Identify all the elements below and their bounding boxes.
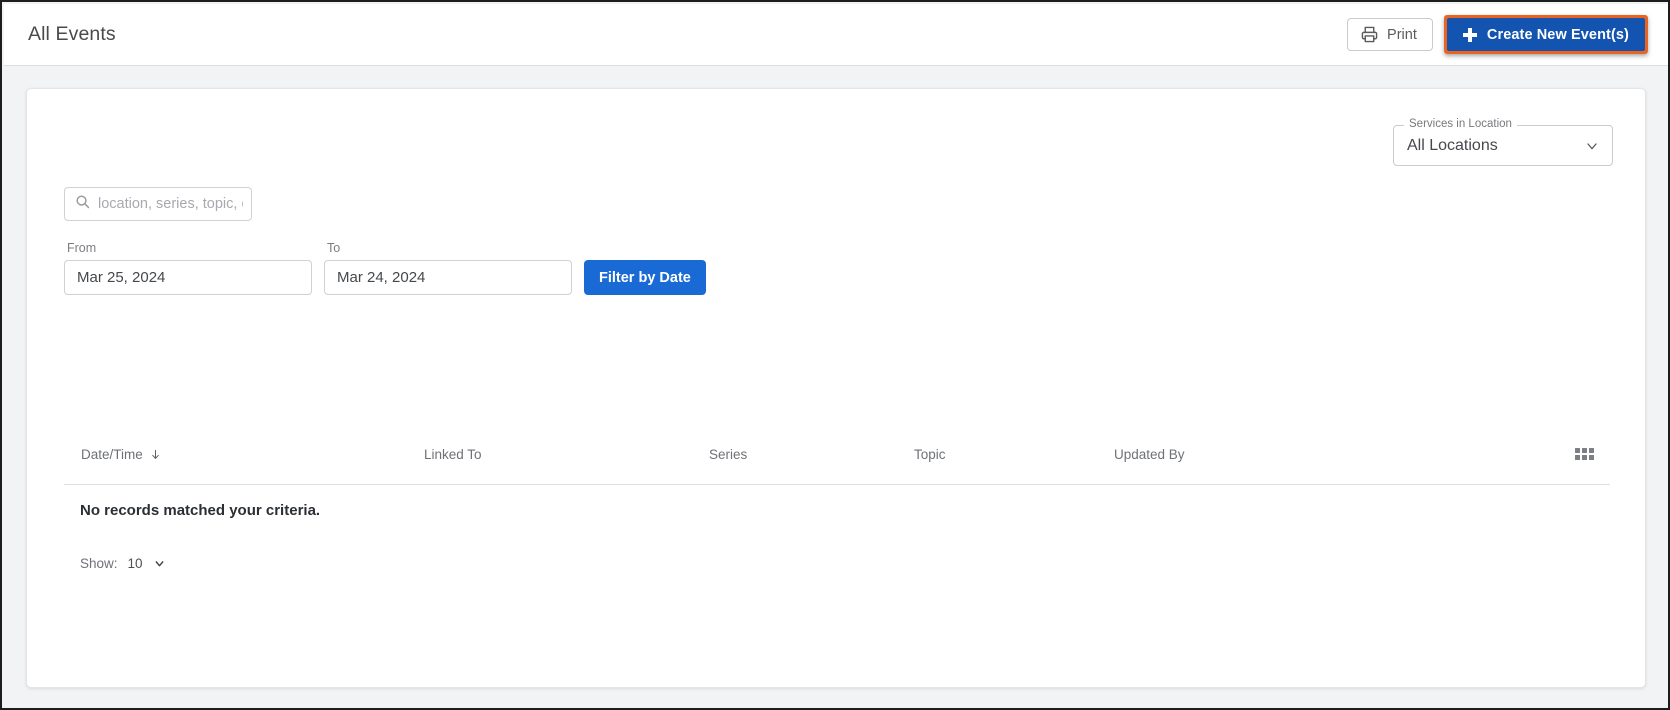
column-header-updated-by[interactable]: Updated By [1114, 447, 1610, 462]
column-header-updated-by-label: Updated By [1114, 447, 1185, 462]
services-in-location-field: Services in Location All Locations [1393, 125, 1613, 166]
filter-by-date-button[interactable]: Filter by Date [584, 260, 706, 295]
print-button[interactable]: Print [1347, 18, 1433, 51]
printer-icon [1361, 26, 1378, 43]
column-header-series-label: Series [709, 447, 747, 462]
app-screen: All Events Print Create New Event(s) [0, 0, 1670, 710]
from-date-input[interactable] [64, 260, 312, 295]
grid-columns-icon[interactable] [1575, 448, 1594, 460]
sort-descending-arrow-icon [150, 448, 161, 461]
to-date-input[interactable] [324, 260, 572, 295]
to-date-label: To [327, 241, 572, 255]
search-input[interactable] [98, 196, 243, 212]
from-date-field: From [64, 241, 312, 295]
create-new-event-label: Create New Event(s) [1487, 27, 1629, 43]
create-new-event-button[interactable]: Create New Event(s) [1447, 18, 1645, 51]
column-header-topic-label: Topic [914, 447, 946, 462]
page-title: All Events [28, 23, 116, 46]
events-table-header: Date/Time Linked To Series Topic Updated… [64, 447, 1610, 485]
create-new-event-highlight: Create New Event(s) [1444, 15, 1648, 54]
top-bar: All Events Print Create New Event(s) [4, 4, 1670, 66]
search-icon [75, 194, 90, 214]
services-in-location-label: Services in Location [1404, 117, 1517, 131]
to-date-field: To [324, 241, 572, 295]
from-date-label: From [67, 241, 312, 255]
page-size-value: 10 [128, 556, 143, 571]
column-header-topic[interactable]: Topic [914, 447, 1114, 462]
services-in-location-select[interactable]: All Locations [1393, 125, 1613, 166]
print-button-label: Print [1387, 27, 1417, 43]
events-panel: Services in Location All Locations [26, 88, 1646, 688]
chevron-down-icon[interactable] [153, 557, 166, 570]
column-header-linked-to[interactable]: Linked To [424, 447, 709, 462]
chevron-down-icon [1584, 138, 1600, 154]
top-bar-actions: Print Create New Event(s) [1347, 15, 1648, 54]
date-filter-row: From To Filter by Date [64, 241, 706, 295]
empty-state-message: No records matched your criteria. [80, 502, 320, 519]
page-size-control: Show: 10 [80, 556, 166, 571]
column-header-series[interactable]: Series [709, 447, 914, 462]
search-field[interactable] [64, 187, 252, 221]
page-size-label: Show: [80, 556, 118, 571]
services-in-location-value: All Locations [1407, 137, 1498, 155]
plus-icon [1463, 28, 1477, 42]
column-header-date-time[interactable]: Date/Time [64, 447, 424, 462]
column-header-linked-to-label: Linked To [424, 447, 482, 462]
column-header-date-time-label: Date/Time [81, 447, 143, 462]
